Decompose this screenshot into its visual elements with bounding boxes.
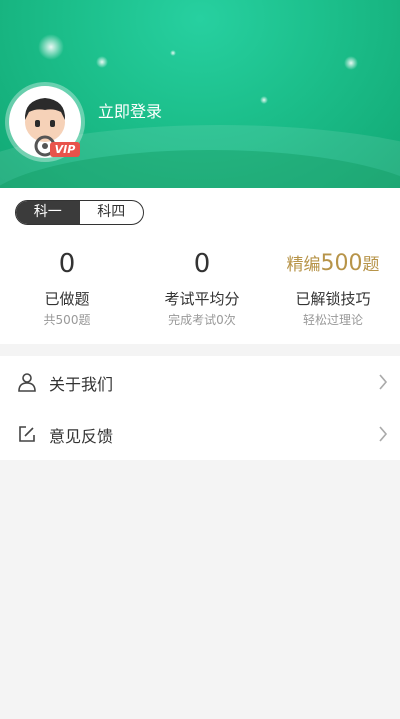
stat-sub: 轻松过理论 <box>302 313 363 327</box>
stat-label: 考试平均分 <box>164 290 240 308</box>
sparkle <box>170 50 176 56</box>
person-icon <box>18 373 36 392</box>
tab-subject-one[interactable]: 科一 <box>16 201 80 224</box>
tab-subject-four[interactable]: 科四 <box>80 201 144 224</box>
subject-toggle: 科一 科四 <box>15 200 144 225</box>
stat-unlocked-tips[interactable]: 精编500题 已解锁技巧 轻松过理论 <box>266 246 400 328</box>
vip-badge: VIP <box>50 142 80 157</box>
stat-prefix: 精编 <box>286 255 321 275</box>
sparkle <box>344 56 358 70</box>
stat-number: 500 <box>320 251 363 276</box>
stat-label: 已做题 <box>44 290 90 308</box>
login-link[interactable]: 立即登录 <box>98 98 162 122</box>
menu-label: 意见反馈 <box>49 427 114 446</box>
menu-item-feedback[interactable]: 意见反馈 <box>0 408 400 460</box>
stat-questions-done[interactable]: 0 已做题 共500题 <box>0 246 134 328</box>
menu-item-about[interactable]: 关于我们 <box>0 356 400 408</box>
stat-sub: 共500题 <box>43 313 91 327</box>
stat-value: 0 <box>193 249 211 279</box>
sparkle <box>38 34 64 60</box>
stat-label: 已解锁技巧 <box>295 290 371 308</box>
sparkle <box>96 56 108 68</box>
stat-suffix: 题 <box>362 255 380 275</box>
stat-value: 0 <box>58 249 76 279</box>
stat-exam-average[interactable]: 0 考试平均分 完成考试0次 <box>135 246 269 328</box>
sparkle <box>260 96 268 104</box>
chevron-right-icon <box>379 426 388 442</box>
stat-sub: 完成考试0次 <box>168 313 236 327</box>
stat-value: 精编500题 <box>266 246 400 282</box>
settings-menu: 关于我们 意见反馈 <box>0 356 400 460</box>
menu-label: 关于我们 <box>49 375 114 394</box>
chevron-right-icon <box>379 374 388 390</box>
edit-icon <box>19 426 35 442</box>
